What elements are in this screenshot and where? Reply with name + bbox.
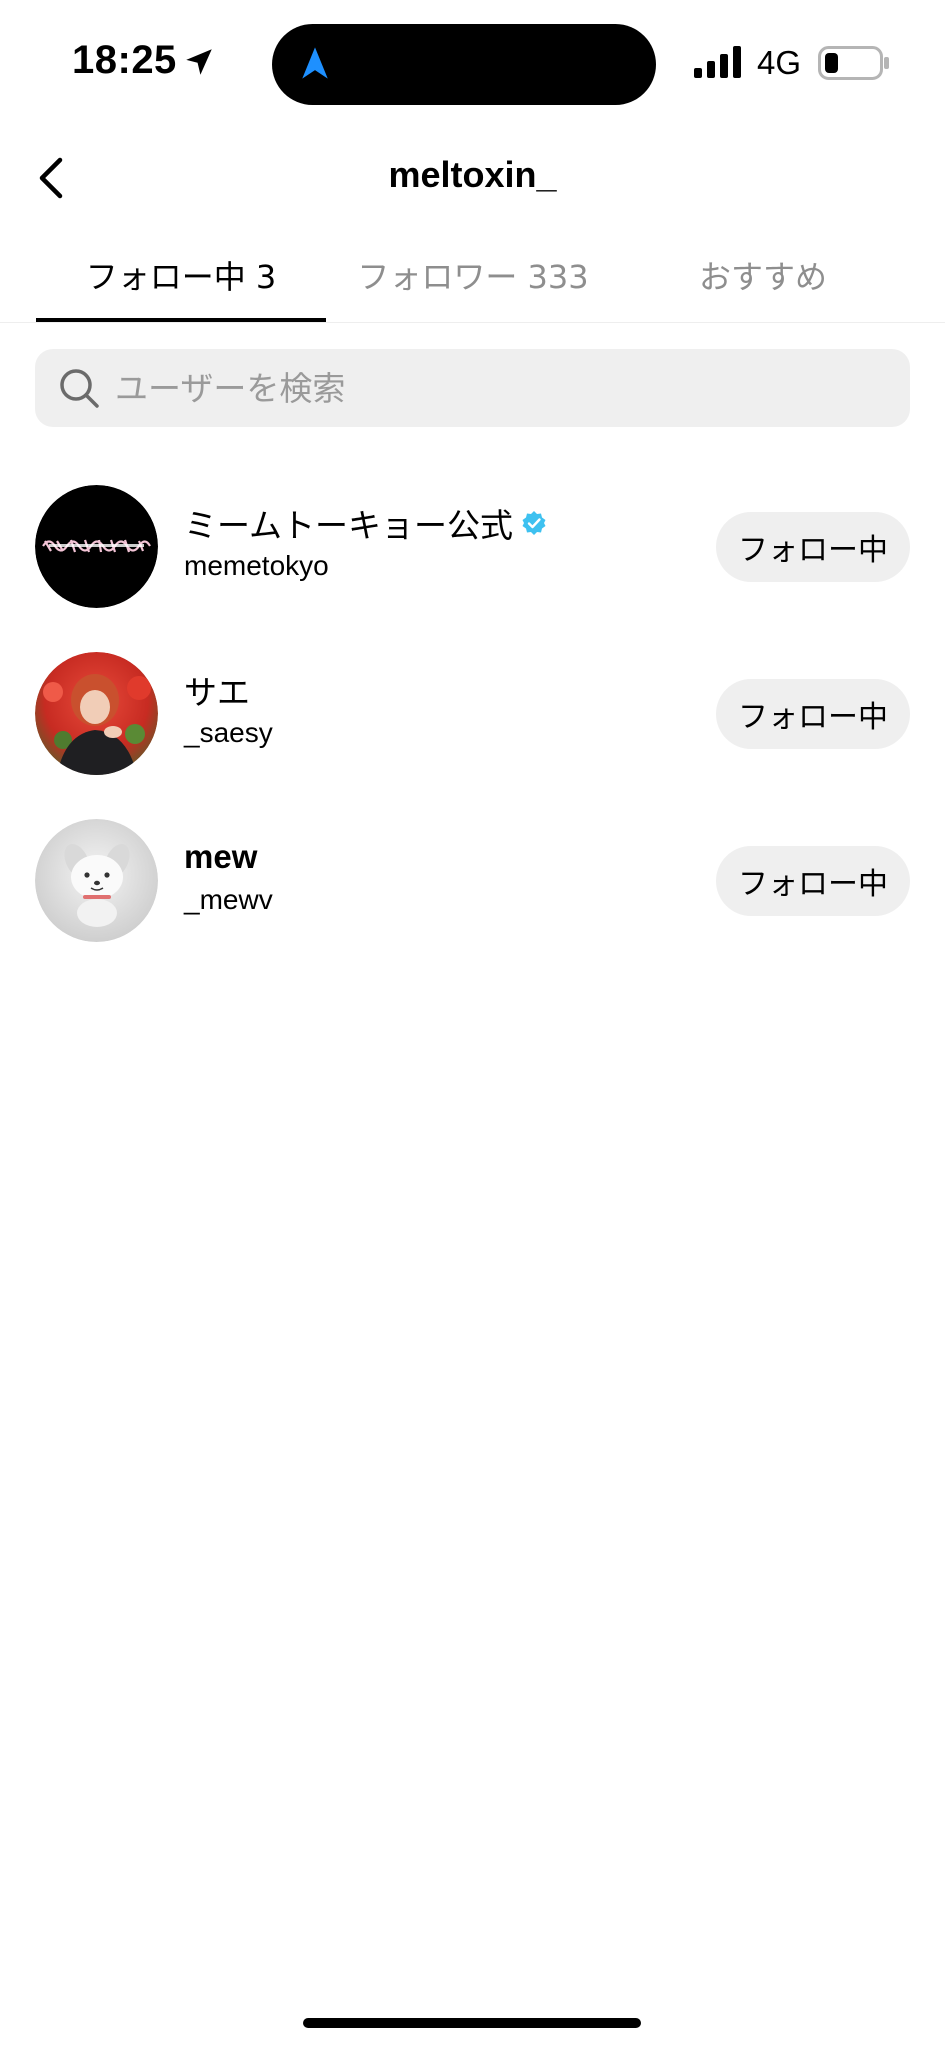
following-button[interactable]: フォロー中 [716, 679, 910, 749]
user-display-name: mew [184, 838, 258, 875]
battery-icon [818, 46, 889, 80]
user-handle: memetokyo [184, 550, 329, 581]
user-list: ミームトーキョー公式 memetokyo フォロー中 サエ _saesy フォロ… [0, 480, 945, 981]
cellular-signal-icon [694, 46, 741, 78]
list-item[interactable]: サエ _saesy フォロー中 [0, 647, 945, 814]
dynamic-island [272, 24, 656, 105]
tab-bar: フォロー中 3 フォロワー 333 おすすめ [0, 240, 945, 323]
tab-suggested[interactable]: おすすめ [618, 252, 908, 308]
following-button[interactable]: フォロー中 [716, 512, 910, 582]
search-input[interactable] [113, 367, 877, 409]
list-item[interactable]: mew _mewv フォロー中 [0, 814, 945, 981]
status-time: 18:25 [72, 38, 177, 82]
avatar[interactable] [35, 485, 158, 608]
location-arrow-icon [186, 49, 212, 75]
user-display-name: ミームトーキョー公式 [184, 506, 514, 545]
network-type: 4G [757, 44, 802, 81]
header: meltoxin_ [0, 130, 945, 226]
memetokyo-logo-image [35, 485, 158, 608]
tab-followers[interactable]: フォロワー 333 [328, 252, 618, 308]
avatar[interactable] [35, 819, 158, 942]
verified-badge-icon [522, 511, 546, 535]
active-tab-indicator [36, 318, 326, 322]
following-button[interactable]: フォロー中 [716, 846, 910, 916]
tab-following[interactable]: フォロー中 3 [36, 252, 326, 308]
status-bar: 18:25 4G [0, 0, 945, 120]
home-indicator[interactable] [303, 2018, 641, 2028]
user-text: ミームトーキョー公式 memetokyo [184, 500, 547, 582]
user-text: mew _mewv [184, 834, 273, 916]
user-handle: _saesy [184, 717, 273, 748]
list-item[interactable]: ミームトーキョー公式 memetokyo フォロー中 [0, 480, 945, 647]
user-text: サエ _saesy [184, 667, 273, 749]
saesy-profile-photo [35, 652, 158, 775]
search-icon [60, 369, 99, 408]
avatar[interactable] [35, 652, 158, 775]
user-display-name: サエ [184, 673, 250, 712]
user-handle: _mewv [184, 884, 273, 915]
mewv-dog-avatar-image [35, 819, 158, 942]
page-title: meltoxin_ [388, 154, 557, 195]
navigation-icon [302, 47, 328, 79]
search-box[interactable] [35, 349, 910, 427]
